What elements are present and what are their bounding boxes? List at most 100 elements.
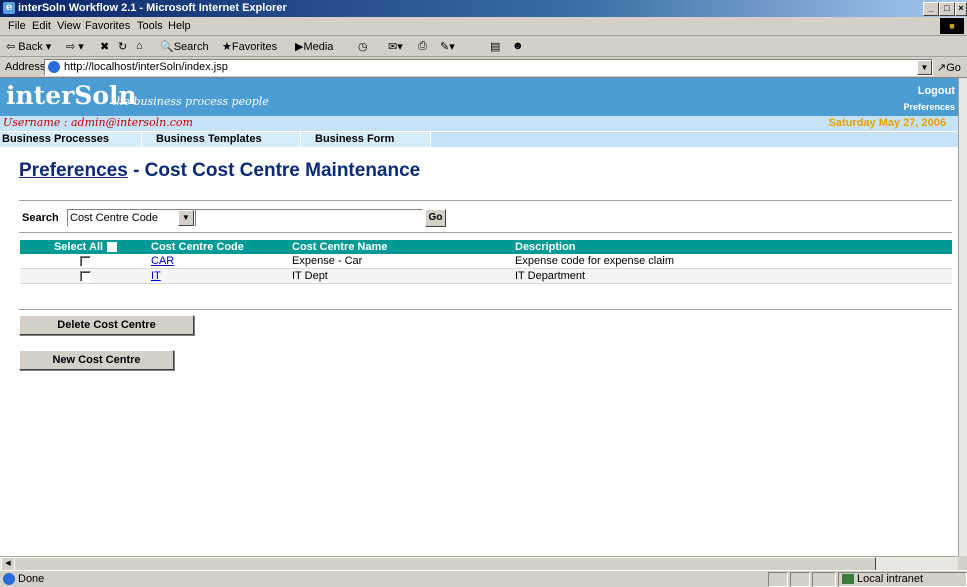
app-tagline: the business process people: [112, 95, 269, 108]
media-button-label: Media: [303, 41, 334, 53]
menu-edit[interactable]: Edit: [32, 20, 51, 32]
divider: [19, 200, 952, 202]
row-select-cell: [20, 268, 147, 284]
intranet-icon: [842, 574, 854, 584]
messenger-icon[interactable]: ☻: [512, 40, 524, 52]
row-checkbox[interactable]: [80, 270, 91, 282]
history-icon[interactable]: ◷: [358, 40, 368, 53]
menu-help[interactable]: Help: [168, 20, 191, 32]
toolbar: ⇦ Back ▾ ⇨ ▾ ✖ ↻ ⌂ 🔍Search ★Favorites ▶M…: [0, 36, 967, 57]
search-field-value: Cost Centre Code: [70, 212, 159, 224]
row-checkbox[interactable]: [80, 255, 91, 267]
table-row: IT IT Dept IT Department: [20, 268, 952, 284]
favorites-button[interactable]: ★Favorites: [222, 40, 277, 53]
divider: [19, 232, 952, 234]
edit-icon[interactable]: ✎▾: [440, 40, 455, 53]
nav-business-form[interactable]: Business Form: [301, 132, 431, 147]
print-icon[interactable]: ⎙: [418, 40, 427, 53]
divider: [19, 309, 952, 311]
status-bar: Done Local intranet: [0, 570, 967, 587]
scrollbar-corner: [958, 556, 967, 569]
search-field-select[interactable]: Cost Centre Code ▼: [67, 209, 195, 227]
menu-file[interactable]: File: [8, 20, 26, 32]
ie-logo-icon: e: [3, 2, 15, 14]
cost-centre-code-link[interactable]: CAR: [151, 255, 174, 267]
back-button[interactable]: ⇦ Back ▾: [6, 40, 51, 53]
status-text: Done: [18, 573, 45, 585]
minimize-button[interactable]: _: [923, 2, 939, 16]
header-cost-centre-name: Cost Centre Name: [288, 240, 511, 254]
delete-cost-centre-button[interactable]: Delete Cost Centre: [19, 315, 194, 335]
browser-viewport: interSoln the business process people Lo…: [0, 78, 958, 556]
search-input[interactable]: [195, 209, 423, 227]
close-button[interactable]: ×: [955, 2, 967, 16]
header-description: Description: [511, 240, 952, 254]
name-cell: Expense - Car: [288, 254, 511, 269]
nav-business-processes[interactable]: Business Processes: [0, 132, 142, 147]
menu-tools[interactable]: Tools: [137, 20, 163, 32]
vertical-scrollbar[interactable]: [958, 78, 967, 556]
app-header: interSoln the business process people Lo…: [0, 78, 958, 116]
address-bar: Address http://localhost/interSoln/index…: [0, 57, 967, 78]
status-segment: [812, 572, 836, 587]
preferences-link[interactable]: Preferences: [903, 102, 955, 112]
menu-view[interactable]: View: [57, 20, 81, 32]
preferences-title-link[interactable]: Preferences: [19, 160, 128, 181]
security-zone: Local intranet: [838, 572, 967, 587]
cost-centre-table: Select All Cost Centre Code Cost Centre …: [20, 240, 952, 284]
favorites-button-label: Favorites: [231, 41, 278, 53]
nav-bar: Business Processes Business Templates Bu…: [0, 131, 958, 147]
search-label: Search: [22, 212, 59, 224]
address-label: Address: [5, 61, 46, 73]
page-title-text: - Cost Cost Centre Maintenance: [127, 160, 421, 181]
scroll-left-icon[interactable]: ◀: [1, 557, 15, 571]
maximize-button[interactable]: □: [939, 2, 955, 16]
window-title: interSoln Workflow 2.1 - Microsoft Inter…: [18, 2, 287, 14]
search-button[interactable]: 🔍Search: [160, 40, 209, 53]
window-title-bar: e interSoln Workflow 2.1 - Microsoft Int…: [0, 0, 967, 17]
description-cell: Expense code for expense claim: [511, 254, 952, 269]
username-label: Username : admin@intersoln.com: [3, 116, 193, 129]
table-header-row: Select All Cost Centre Code Cost Centre …: [20, 240, 952, 254]
forward-button[interactable]: ⇨ ▾: [66, 40, 84, 53]
menu-favorites[interactable]: Favorites: [85, 20, 130, 32]
search-button-label: Search: [173, 41, 209, 53]
address-go-label: Go: [946, 62, 961, 74]
user-bar: Username : admin@intersoln.com Saturday …: [0, 116, 958, 131]
address-dropdown-icon[interactable]: ▼: [917, 60, 932, 75]
stop-icon[interactable]: ✖: [100, 40, 109, 53]
header-cost-centre-code: Cost Centre Code: [147, 240, 288, 254]
status-segment: [790, 572, 810, 587]
nav-business-templates[interactable]: Business Templates: [142, 132, 301, 147]
media-button[interactable]: ▶Media: [295, 40, 333, 53]
address-input[interactable]: http://localhost/interSoln/index.jsp: [44, 59, 933, 76]
new-cost-centre-button[interactable]: New Cost Centre: [19, 350, 174, 370]
horizontal-scrollbar[interactable]: ◀: [0, 556, 958, 571]
code-cell: CAR: [147, 254, 288, 269]
address-url: http://localhost/interSoln/index.jsp: [64, 61, 228, 73]
table-row: CAR Expense - Car Expense code for expen…: [20, 254, 952, 269]
page-done-icon: [3, 573, 15, 585]
name-cell: IT Dept: [288, 268, 511, 284]
row-select-cell: [20, 254, 147, 269]
chevron-down-icon[interactable]: ▼: [178, 210, 194, 226]
refresh-icon[interactable]: ↻: [118, 40, 127, 53]
address-go-button[interactable]: ↗Go: [937, 61, 961, 74]
zone-label: Local intranet: [857, 573, 924, 585]
search-go-button[interactable]: Go: [425, 209, 446, 227]
page-title: Preferences - Cost Cost Centre Maintenan…: [19, 160, 420, 182]
select-all-header[interactable]: Select All: [20, 240, 147, 254]
current-date: Saturday May 27, 2006: [828, 117, 946, 129]
home-icon[interactable]: ⌂: [136, 40, 143, 52]
status-segment: [768, 572, 788, 587]
menu-bar: File Edit View Favorites Tools Help ■: [0, 17, 967, 36]
cost-centre-code-link[interactable]: IT: [151, 270, 161, 282]
logout-link[interactable]: Logout: [918, 85, 955, 97]
windows-logo-icon: ■: [940, 18, 964, 34]
discuss-icon[interactable]: ▤: [490, 40, 500, 53]
page-icon: [48, 61, 60, 73]
code-cell: IT: [147, 268, 288, 284]
select-all-checkbox[interactable]: [107, 242, 118, 253]
scroll-thumb[interactable]: [14, 557, 876, 571]
mail-icon[interactable]: ✉▾: [388, 40, 403, 53]
